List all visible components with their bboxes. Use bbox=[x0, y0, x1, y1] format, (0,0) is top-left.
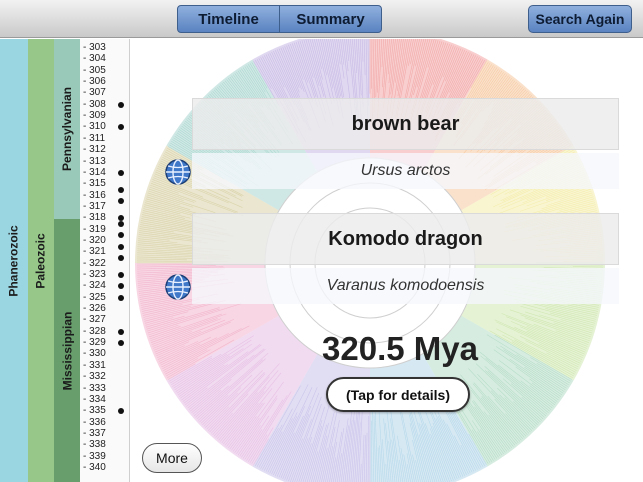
time-tick-label: - 339 bbox=[83, 450, 106, 462]
time-tick-label: - 327 bbox=[83, 314, 106, 326]
app-root: Timeline Summary Search Again Phanerozoi… bbox=[0, 0, 643, 482]
time-tick-label: - 330 bbox=[83, 348, 106, 360]
first-species-latin: Ursus arctos bbox=[192, 153, 619, 189]
time-tick-label: - 310 bbox=[83, 121, 106, 133]
time-tick-label: - 315 bbox=[83, 178, 106, 190]
time-tick-label: - 323 bbox=[83, 269, 106, 280]
event-marker bbox=[118, 283, 124, 290]
time-tick-label: - 329 bbox=[83, 337, 106, 349]
time-tick-label: - 331 bbox=[83, 359, 106, 371]
time-tick-label: - 303 bbox=[83, 42, 106, 53]
time-tick-label: - 317 bbox=[83, 200, 106, 212]
event-marker bbox=[118, 408, 124, 415]
time-tick-label: - 335 bbox=[83, 405, 106, 417]
time-tick-label: - 332 bbox=[83, 371, 106, 383]
event-marker bbox=[118, 232, 124, 239]
globe-icon[interactable] bbox=[164, 158, 192, 186]
time-tick-label: - 337 bbox=[83, 427, 106, 439]
event-marker bbox=[118, 124, 124, 131]
time-tick-label: - 328 bbox=[83, 325, 106, 337]
time-tick-label: - 308 bbox=[83, 98, 106, 110]
period-label: Mississippian bbox=[60, 311, 75, 390]
era-label: Paleozoic bbox=[34, 232, 49, 289]
time-tick-label: - 312 bbox=[83, 144, 106, 156]
time-tick-label: - 333 bbox=[83, 382, 106, 394]
time-tick-column[interactable]: - 303- 304- 305- 306- 307- 308- 309- 310… bbox=[80, 39, 130, 482]
time-tick-label: - 313 bbox=[83, 155, 106, 167]
event-marker bbox=[118, 169, 124, 176]
time-tick-label: - 320 bbox=[83, 234, 106, 246]
time-tick-label: - 340 bbox=[83, 461, 106, 473]
time-tick-label: - 322 bbox=[83, 257, 106, 269]
tap-for-details-button[interactable]: (Tap for details) bbox=[326, 377, 470, 412]
time-tick-label: - 307 bbox=[83, 87, 106, 99]
first-species-name: brown bear bbox=[192, 98, 619, 150]
divergence-time: 320.5 Mya bbox=[322, 330, 478, 367]
top-toolbar: Timeline Summary Search Again bbox=[0, 0, 643, 38]
event-marker bbox=[118, 340, 124, 347]
time-tick-label: - 319 bbox=[83, 223, 106, 235]
event-marker bbox=[118, 186, 124, 193]
event-marker bbox=[118, 272, 124, 278]
time-tick-label: - 321 bbox=[83, 246, 106, 258]
timeline-tab[interactable]: Timeline bbox=[177, 5, 280, 33]
eon-label: Phanerozoic bbox=[7, 224, 22, 297]
time-tick-label: - 338 bbox=[83, 439, 106, 451]
time-tick-label: - 318 bbox=[83, 212, 106, 224]
time-tick-label: - 309 bbox=[83, 110, 106, 122]
time-tick-label: - 325 bbox=[83, 291, 106, 303]
time-tick-label: - 304 bbox=[83, 53, 106, 65]
second-species-latin: Varanus komodoensis bbox=[192, 268, 619, 304]
event-marker bbox=[118, 254, 124, 261]
time-tick-label: - 336 bbox=[83, 416, 106, 428]
time-tick-label: - 306 bbox=[83, 76, 106, 88]
event-marker bbox=[118, 220, 124, 227]
event-marker bbox=[118, 243, 124, 250]
time-tick-label: - 316 bbox=[83, 189, 106, 201]
eon-bar[interactable]: Phanerozoic bbox=[0, 39, 28, 482]
event-marker bbox=[118, 294, 124, 301]
time-tick-label: - 326 bbox=[83, 303, 106, 315]
time-tick-label: - 305 bbox=[83, 64, 106, 76]
time-tick-label: - 311 bbox=[83, 132, 106, 144]
event-marker bbox=[118, 198, 124, 205]
event-marker bbox=[118, 101, 124, 108]
summary-tab[interactable]: Summary bbox=[279, 5, 382, 33]
second-species-name: Komodo dragon bbox=[192, 213, 619, 265]
time-tick-label: - 314 bbox=[83, 166, 106, 178]
time-tick-label: - 324 bbox=[83, 280, 106, 292]
period-label: Pennsylvanian bbox=[60, 86, 75, 172]
search-again-button[interactable]: Search Again bbox=[528, 5, 632, 33]
era-bar[interactable]: Paleozoic bbox=[28, 39, 54, 482]
period-bar-mississippian[interactable]: Mississippian bbox=[54, 219, 80, 482]
event-marker bbox=[118, 328, 124, 335]
more-button[interactable]: More bbox=[142, 443, 202, 473]
globe-icon[interactable] bbox=[164, 273, 192, 301]
period-bar-pennsylvanian[interactable]: Pennsylvanian bbox=[54, 39, 80, 219]
time-tick-label: - 334 bbox=[83, 393, 106, 405]
